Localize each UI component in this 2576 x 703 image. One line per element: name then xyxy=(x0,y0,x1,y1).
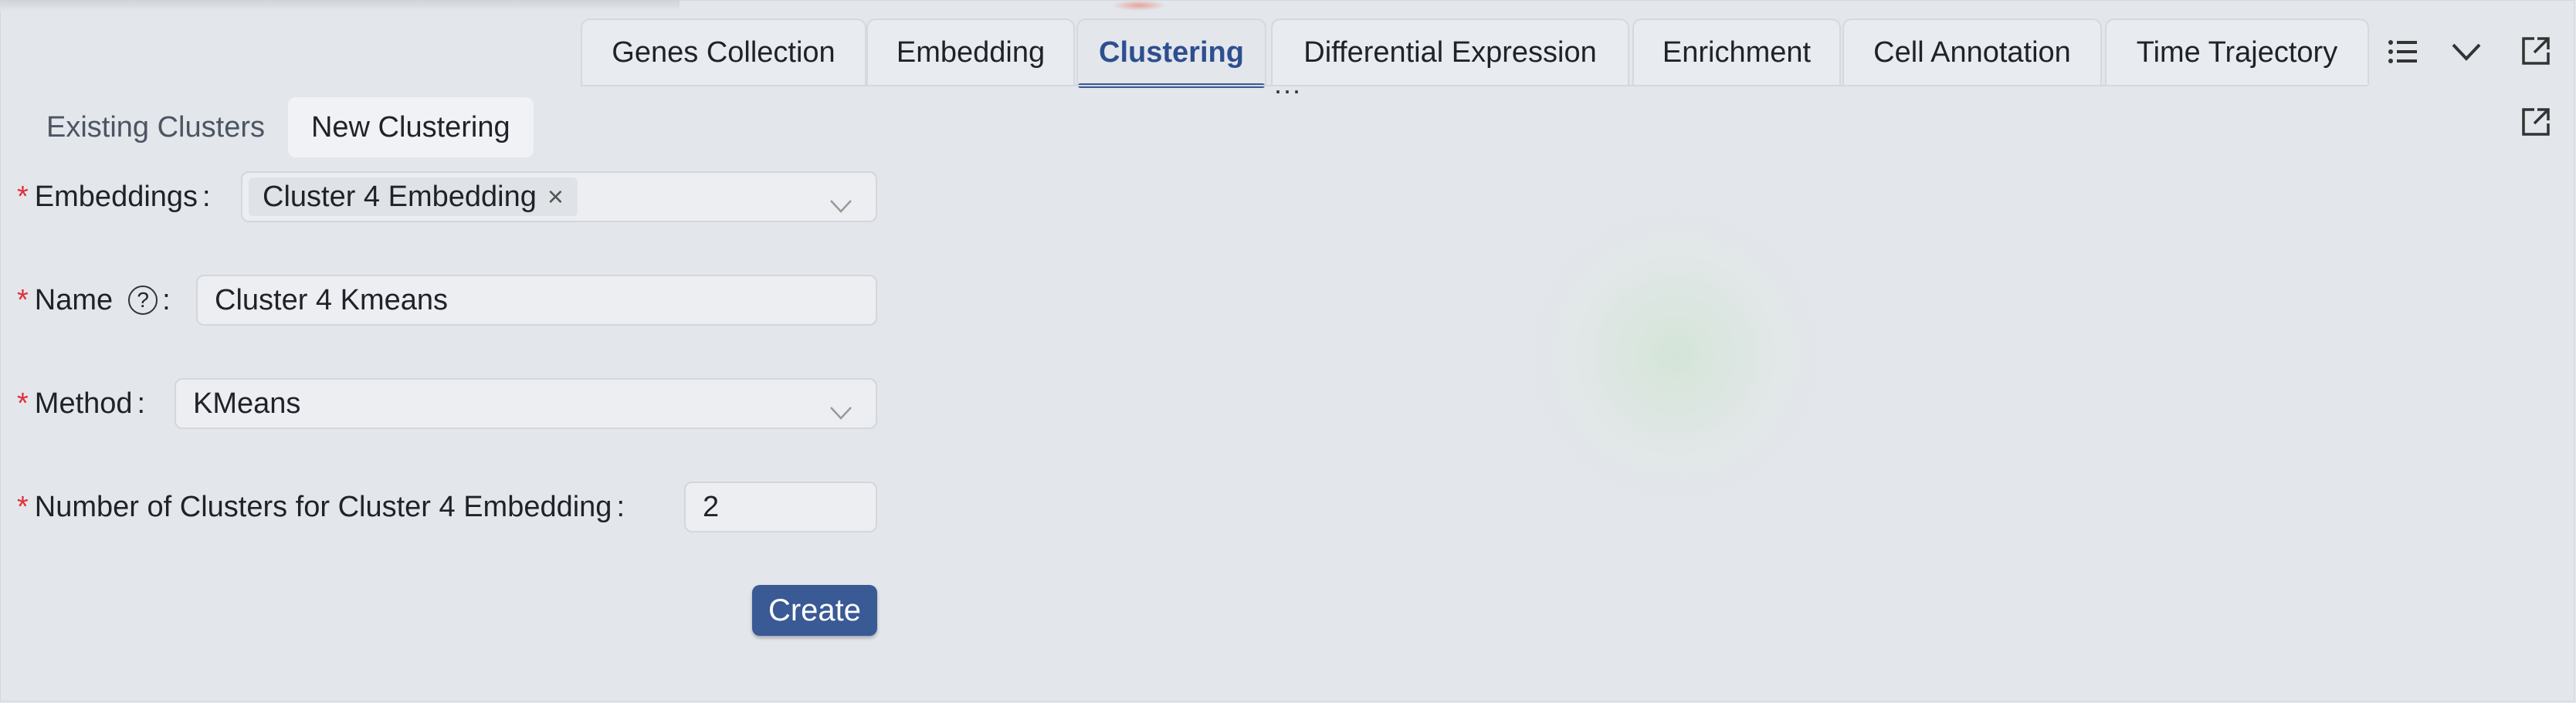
decorative-mark xyxy=(1112,0,1166,11)
tab-genes-collection[interactable]: Genes Collection xyxy=(581,19,866,85)
num-clusters-value: 2 xyxy=(703,490,720,523)
tab-differential-expression[interactable]: Differential Expression xyxy=(1271,19,1629,85)
clustering-subtabs: Existing Clusters New Clustering xyxy=(23,96,534,159)
num-clusters-label: Number of Clusters for Cluster 4 Embeddi… xyxy=(34,490,612,523)
num-clusters-row: * Number of Clusters for Cluster 4 Embed… xyxy=(17,482,632,532)
name-row: * Name ? : xyxy=(17,275,178,326)
tab-label: Clustering xyxy=(1099,35,1244,69)
method-select-value: KMeans xyxy=(193,387,301,420)
tab-divider xyxy=(581,85,2368,86)
tab-label: Time Trajectory xyxy=(2136,35,2338,69)
label-colon: : xyxy=(137,387,146,420)
tab-label: Cell Annotation xyxy=(1873,35,2071,69)
num-clusters-input[interactable]: 2 xyxy=(684,482,877,532)
embedding-tag-label: Cluster 4 Embedding xyxy=(263,180,537,213)
required-mark: * xyxy=(17,180,29,213)
external-link-icon[interactable] xyxy=(2520,35,2551,66)
subtab-new-clustering[interactable]: New Clustering xyxy=(287,97,534,157)
panel-external-link-icon[interactable] xyxy=(2520,106,2551,137)
label-colon: : xyxy=(202,180,211,213)
name-input-value: Cluster 4 Kmeans xyxy=(215,283,449,316)
label-colon: : xyxy=(162,283,171,316)
help-icon[interactable]: ? xyxy=(128,286,158,315)
embedding-tag: Cluster 4 Embedding × xyxy=(249,177,578,216)
method-label: Method xyxy=(34,387,133,420)
tab-enrichment[interactable]: Enrichment xyxy=(1632,19,1841,85)
tab-label: Genes Collection xyxy=(612,35,836,69)
chevron-down-icon[interactable] xyxy=(2451,42,2482,62)
required-mark: * xyxy=(17,490,29,523)
embeddings-label: Embeddings xyxy=(34,180,198,213)
embeddings-select[interactable]: Cluster 4 Embedding × xyxy=(241,171,877,222)
more-tabs-indicator[interactable]: ... xyxy=(1274,68,1302,100)
chevron-down-icon xyxy=(829,395,852,428)
name-label: Name xyxy=(34,283,114,316)
decorative-glow xyxy=(1513,201,1838,509)
tab-label: Enrichment xyxy=(1662,35,1812,69)
tab-embedding[interactable]: Embedding xyxy=(866,19,1075,85)
create-button[interactable]: Create xyxy=(752,585,877,636)
method-row: * Method : xyxy=(17,378,153,429)
label-colon: : xyxy=(616,490,625,523)
tab-label: Differential Expression xyxy=(1303,35,1597,69)
subtab-existing-clusters[interactable]: Existing Clusters xyxy=(23,97,288,157)
top-shadow xyxy=(0,0,680,11)
embeddings-row: * Embeddings : xyxy=(17,171,219,222)
list-icon[interactable] xyxy=(2388,39,2418,65)
method-select[interactable]: KMeans xyxy=(175,378,877,429)
chevron-down-icon xyxy=(829,188,852,221)
name-input[interactable]: Cluster 4 Kmeans xyxy=(196,275,877,326)
required-mark: * xyxy=(17,387,29,420)
tab-cell-annotation[interactable]: Cell Annotation xyxy=(1842,19,2102,85)
remove-tag-icon[interactable]: × xyxy=(547,181,564,213)
tab-time-trajectory[interactable]: Time Trajectory xyxy=(2105,19,2369,85)
tab-clustering[interactable]: Clustering xyxy=(1076,19,1266,88)
tab-label: Embedding xyxy=(896,35,1046,69)
required-mark: * xyxy=(17,283,29,316)
